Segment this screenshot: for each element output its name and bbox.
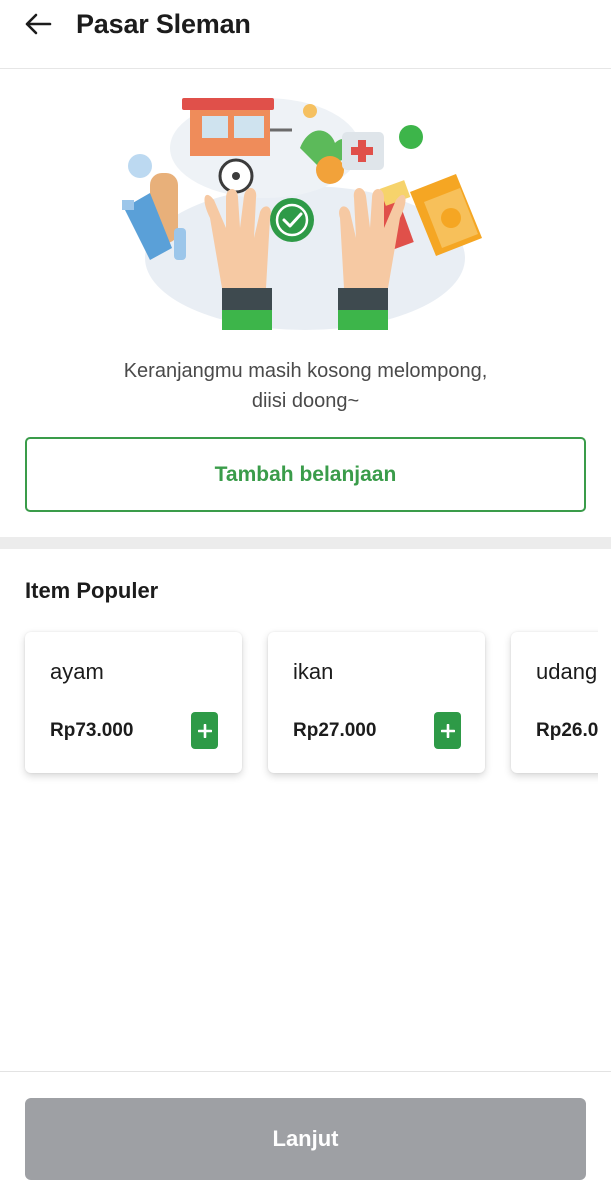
product-card-udang[interactable]: udang Rp26.000 [511,632,598,773]
back-button[interactable] [18,6,58,42]
empty-cart-message-line1: Keranjangmu masih kosong melompong, [123,360,488,382]
arrow-left-icon [25,13,52,35]
product-card-ikan[interactable]: ikan Rp27.000 [268,632,485,773]
empty-cart-message: Keranjangmu masih kosong melompong, diis… [0,356,611,416]
add-groceries-button[interactable]: Tambah belanjaan [25,437,586,512]
plus-icon [197,723,212,738]
empty-cart-illustration [110,88,500,336]
empty-cart-message-line2: diisi doong~ [251,390,360,412]
app-header: Pasar Sleman [0,0,611,69]
product-name: ikan [293,659,334,684]
product-card-ayam[interactable]: ayam Rp73.000 [25,632,242,773]
product-price: Rp27.000 [293,720,377,741]
page-title: Pasar Sleman [76,9,251,39]
plus-icon [440,723,455,738]
product-price: Rp26.000 [536,720,598,741]
section-divider [0,537,611,549]
add-to-cart-button[interactable] [434,712,461,749]
footer-divider [0,1071,611,1072]
product-name: ayam [50,659,104,684]
product-name: udang [536,659,598,684]
add-to-cart-button[interactable] [191,712,218,749]
popular-items-title: Item Populer [25,578,159,603]
popular-items-carousel[interactable]: ayam Rp73.000 ikan Rp27.000 udang Rp26.0… [0,622,598,792]
product-price: Rp73.000 [50,720,134,741]
continue-button[interactable]: Lanjut [25,1098,586,1180]
